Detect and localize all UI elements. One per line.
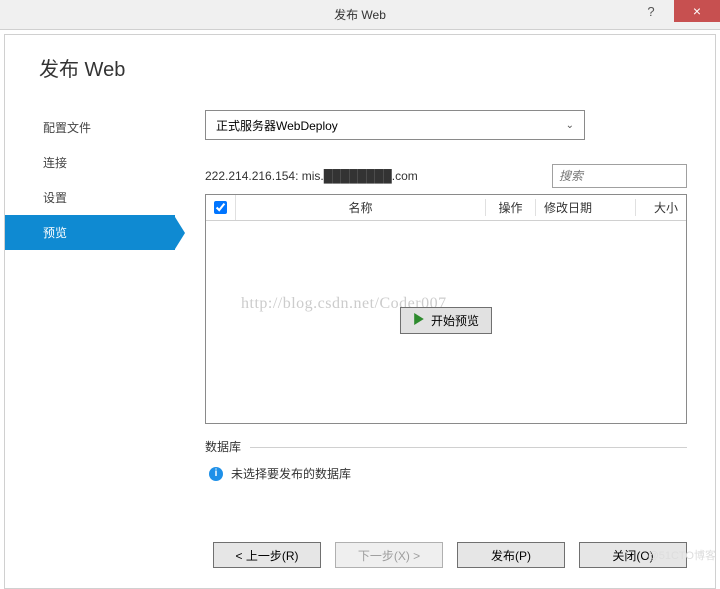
start-preview-label: 开始预览	[431, 312, 479, 329]
titlebar: 发布 Web ? ×	[0, 0, 720, 30]
database-info-text: 未选择要发布的数据库	[231, 465, 351, 482]
prev-button[interactable]: < 上一步(R)	[213, 542, 321, 568]
select-all-checkbox-cell	[206, 195, 236, 220]
database-section: 数据库 i 未选择要发布的数据库	[205, 438, 687, 482]
window-title: 发布 Web	[0, 6, 720, 23]
source-watermark: @51CTO博客	[648, 547, 716, 563]
help-button[interactable]: ?	[628, 0, 674, 22]
main-panel: 正式服务器WebDeploy ⌄ 222.214.216.154: mis.██…	[175, 92, 715, 472]
database-section-label: 数据库	[205, 438, 687, 455]
column-header-size[interactable]: 大小	[636, 199, 686, 216]
close-window-button[interactable]: ×	[674, 0, 720, 22]
profile-selected-value: 正式服务器WebDeploy	[216, 117, 338, 134]
next-button: 下一步(X) >	[335, 542, 443, 568]
sidebar-item-settings[interactable]: 设置	[5, 180, 175, 215]
dialog-body: 发布 Web 配置文件 连接 设置 预览 正式服务器WebDeploy ⌄ 22…	[4, 34, 716, 589]
dialog-title: 发布 Web	[39, 53, 125, 82]
wizard-sidebar: 配置文件 连接 设置 预览	[5, 92, 175, 472]
table-header-row: 名称 操作 修改日期 大小	[206, 195, 686, 221]
content-area: 配置文件 连接 设置 预览 正式服务器WebDeploy ⌄ 222.214.2…	[5, 92, 715, 472]
select-all-checkbox[interactable]	[214, 201, 227, 214]
column-header-name[interactable]: 名称	[236, 199, 486, 216]
window-controls: ? ×	[628, 0, 720, 22]
database-info-row: i 未选择要发布的数据库	[205, 465, 687, 482]
sidebar-item-preview[interactable]: 预览	[5, 215, 175, 250]
play-icon	[413, 313, 425, 328]
server-address: 222.214.216.154: mis.████████.com	[205, 169, 542, 183]
search-input[interactable]	[552, 164, 687, 188]
chevron-down-icon: ⌄	[566, 120, 574, 131]
dialog-header: 发布 Web	[5, 35, 715, 92]
preview-table: 名称 操作 修改日期 大小 http://blog.csdn.net/Coder…	[205, 194, 687, 424]
column-header-date[interactable]: 修改日期	[536, 199, 636, 216]
sidebar-item-profile[interactable]: 配置文件	[5, 110, 175, 145]
column-header-operation[interactable]: 操作	[486, 199, 536, 216]
wizard-footer: < 上一步(R) 下一步(X) > 发布(P) 关闭(O)	[213, 542, 687, 568]
sidebar-item-connection[interactable]: 连接	[5, 145, 175, 180]
profile-dropdown[interactable]: 正式服务器WebDeploy ⌄	[205, 110, 585, 140]
start-preview-button[interactable]: 开始预览	[400, 307, 492, 334]
info-icon: i	[209, 467, 223, 481]
server-row: 222.214.216.154: mis.████████.com	[205, 164, 687, 188]
publish-button[interactable]: 发布(P)	[457, 542, 565, 568]
